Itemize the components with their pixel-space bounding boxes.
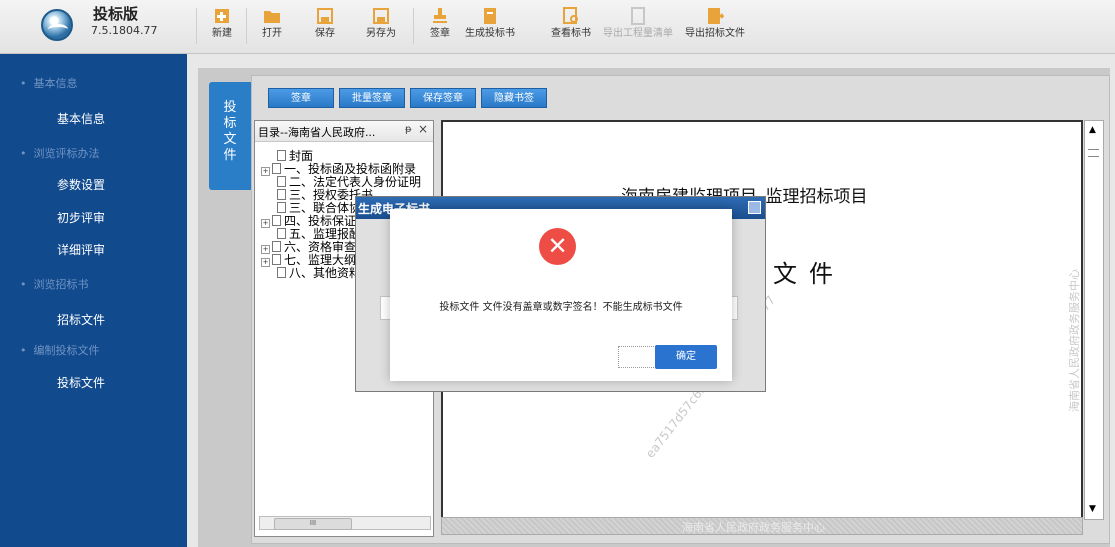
sidebar-group-compose-bid: 编制投标文件 [20, 342, 100, 358]
outline-title: 目录--海南省人民政府... [258, 126, 376, 139]
watermark-side: 海南省人民政府政务服务中心 [1068, 269, 1081, 412]
open-button[interactable]: 打开 [256, 3, 288, 47]
page-icon [272, 163, 281, 174]
sidebar-item-basic-info[interactable]: 基本信息 [0, 110, 187, 127]
document-title-word: 文件 [773, 260, 845, 288]
tab-label-char: 投 [223, 100, 237, 115]
scroll-grip-icon[interactable] [1088, 149, 1099, 157]
page-icon [277, 228, 286, 239]
tab-label-char: 标 [223, 116, 237, 131]
save-icon [317, 8, 333, 24]
new-file-icon [215, 9, 229, 23]
sidebar-item-tender-file[interactable]: 招标文件 [0, 311, 187, 328]
stamp-icon [433, 8, 447, 23]
batch-sign-button[interactable]: 批量签章 [339, 88, 405, 108]
scroll-up-icon[interactable]: ▲ [1089, 125, 1096, 135]
document-horizontal-scrollbar[interactable]: 海南省人民政府政务服务中心 [441, 517, 1083, 535]
sidebar-item-bid-file[interactable]: 投标文件 [0, 374, 187, 391]
tab-bid-document[interactable]: 投 标 文 件 [209, 82, 251, 190]
error-alert: ✕ 投标文件 文件没有盖章或数字签名！不能生成标书文件 确定 [390, 209, 732, 381]
alert-secondary-button[interactable] [618, 346, 658, 368]
scroll-down-icon[interactable]: ▼ [1089, 504, 1096, 514]
error-icon: ✕ [539, 228, 576, 265]
sidebar: 基本信息 基本信息 浏览评标办法 参数设置 初步评审 详细评审 浏览招标书 招标… [0, 54, 187, 547]
generate-document-icon [484, 8, 496, 24]
save-button[interactable]: 保存 [307, 3, 343, 47]
top-toolbar: 投标版 7.5.1804.77 新建 打开 保存 另存为 签章 生成投标书 查看… [0, 0, 1115, 54]
expand-icon[interactable]: + [261, 245, 270, 254]
pin-icon[interactable]: ᵽ [405, 124, 412, 135]
sidebar-item-parameters[interactable]: 参数设置 [0, 176, 187, 193]
page-icon [272, 254, 281, 265]
export-list-icon [631, 7, 645, 25]
sign-seal-button[interactable]: 签章 [268, 88, 334, 108]
document-vertical-scrollbar[interactable]: ▲ ▼ [1084, 120, 1104, 520]
app-title: 投标版 [93, 5, 139, 23]
export-tender-button[interactable]: 导出招标文件 [680, 3, 750, 47]
expand-icon[interactable]: + [261, 219, 270, 228]
page-icon [272, 215, 281, 226]
toolbar-divider [246, 8, 247, 44]
outline-node[interactable]: 八、其他资料 [277, 267, 361, 280]
close-icon[interactable]: × [418, 122, 428, 136]
alert-message: 投标文件 文件没有盖章或数字签名！不能生成标书文件 [439, 302, 683, 313]
toolbar-divider [196, 8, 197, 44]
page-icon [272, 241, 281, 252]
page-icon [277, 202, 286, 213]
outline-header: 目录--海南省人民政府... ᵽ × [255, 121, 433, 142]
sidebar-item-detailed-review[interactable]: 详细评审 [0, 241, 187, 258]
generate-bid-button[interactable]: 生成投标书 [462, 3, 518, 47]
expand-icon[interactable]: + [261, 167, 270, 176]
page-icon [277, 189, 286, 200]
toolbar-divider [413, 8, 414, 44]
tab-label-char: 件 [223, 148, 237, 163]
alert-ok-button[interactable]: 确定 [655, 345, 717, 369]
expand-icon[interactable]: + [261, 258, 270, 267]
page-icon [277, 150, 286, 161]
view-document-icon [563, 7, 578, 24]
app-version: 7.5.1804.77 [91, 24, 158, 37]
save-as-icon [373, 8, 389, 24]
tab-label-char: 文 [223, 132, 237, 147]
export-bill-button[interactable]: 导出工程量清单 [603, 3, 673, 47]
sidebar-group-basic-info: 基本信息 [20, 75, 78, 91]
page-icon [277, 267, 286, 278]
sidebar-group-evaluation: 浏览评标办法 [20, 145, 100, 161]
watermark-bottom: 海南省人民政府政务服务中心 [682, 521, 825, 534]
sign-button[interactable]: 签章 [423, 3, 457, 47]
save-sign-button[interactable]: 保存签章 [410, 88, 476, 108]
page-icon [277, 176, 286, 187]
export-file-icon [708, 8, 724, 24]
view-bid-button[interactable]: 查看标书 [549, 3, 593, 47]
sidebar-group-tender-doc: 浏览招标书 [20, 276, 89, 292]
folder-icon [264, 11, 280, 23]
outline-horizontal-scrollbar[interactable]: III [259, 516, 431, 530]
dialog-window-icon[interactable] [748, 201, 761, 214]
new-button[interactable]: 新建 [205, 3, 239, 47]
app-logo-icon [41, 9, 73, 41]
sidebar-item-preliminary-review[interactable]: 初步评审 [0, 209, 187, 226]
hide-bookmarks-button[interactable]: 隐藏书签 [481, 88, 547, 108]
scrollbar-thumb[interactable]: III [274, 518, 352, 530]
save-as-button[interactable]: 另存为 [361, 3, 401, 47]
